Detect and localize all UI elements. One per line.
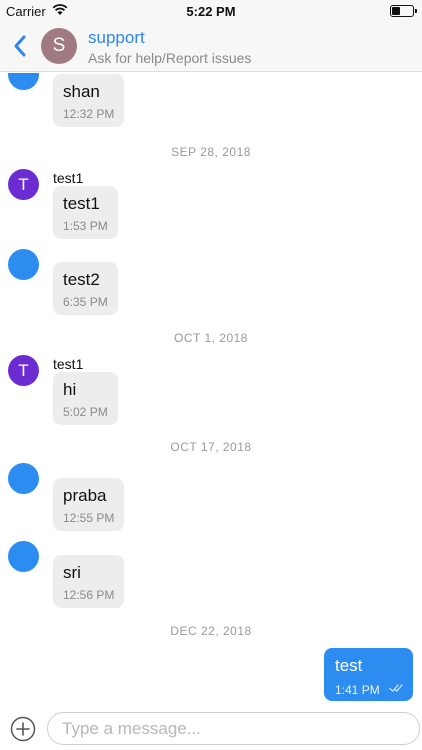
sender-name: test1	[53, 170, 84, 186]
message-time: 12:55 PM	[63, 511, 115, 525]
avatar[interactable]	[8, 249, 39, 280]
message-text: hi	[63, 380, 77, 399]
message-time: 12:56 PM	[63, 588, 115, 602]
message-text: praba	[63, 486, 107, 505]
message-bubble[interactable]: shan 12:32 PM	[53, 74, 125, 127]
message-time: 6:35 PM	[63, 295, 108, 309]
message-bubble[interactable]: hi 5:02 PM	[53, 372, 118, 425]
composer-bar	[0, 705, 422, 750]
date-separator: OCT 1, 2018	[174, 331, 248, 345]
battery-tip	[415, 9, 417, 13]
message-bubble[interactable]: praba 12:55 PM	[53, 478, 125, 531]
message-text: shan	[63, 82, 100, 101]
message-time: 1:41 PM	[335, 683, 380, 697]
chat-title[interactable]: support	[88, 28, 145, 48]
battery-level	[392, 7, 400, 15]
avatar[interactable]: T	[8, 169, 39, 200]
message-bubble[interactable]: sri 12:56 PM	[53, 555, 125, 608]
double-check-icon	[389, 684, 403, 692]
date-separator: SEP 28, 2018	[171, 145, 251, 159]
avatar[interactable]	[8, 463, 39, 494]
message-text: test2	[63, 270, 100, 289]
add-circle-icon[interactable]	[10, 716, 36, 742]
message-text: sri	[63, 563, 81, 582]
message-bubble[interactable]: test1 1:53 PM	[53, 186, 118, 239]
status-bar: Carrier 5:22 PM	[0, 0, 422, 22]
message-bubble[interactable]: test2 6:35 PM	[53, 262, 118, 315]
chat-subtitle: Ask for help/Report issues	[88, 50, 252, 66]
message-text: test	[335, 656, 363, 675]
header-avatar[interactable]: S	[41, 28, 77, 64]
battery-icon	[390, 5, 417, 17]
message-time: 12:32 PM	[63, 107, 115, 121]
message-time: 1:53 PM	[63, 219, 108, 233]
chevron-left-icon[interactable]	[12, 34, 28, 58]
avatar[interactable]	[8, 73, 39, 90]
outgoing-message-bubble[interactable]: test 1:41 PM	[324, 648, 413, 701]
message-text: test1	[63, 194, 100, 213]
message-meta: 1:41 PM	[335, 681, 403, 697]
message-time: 5:02 PM	[63, 405, 108, 419]
sender-name: test1	[53, 356, 84, 372]
avatar[interactable]	[8, 541, 39, 572]
status-time: 5:22 PM	[186, 4, 236, 19]
date-separator: OCT 17, 2018	[170, 440, 252, 454]
message-input[interactable]	[47, 712, 420, 745]
avatar[interactable]: T	[8, 355, 39, 386]
date-separator: DEC 22, 2018	[170, 624, 252, 638]
chat-header: S support Ask for help/Report issues	[0, 22, 422, 72]
message-list[interactable]: shan 12:32 PM SEP 28, 2018 T test1 test1…	[0, 73, 422, 705]
